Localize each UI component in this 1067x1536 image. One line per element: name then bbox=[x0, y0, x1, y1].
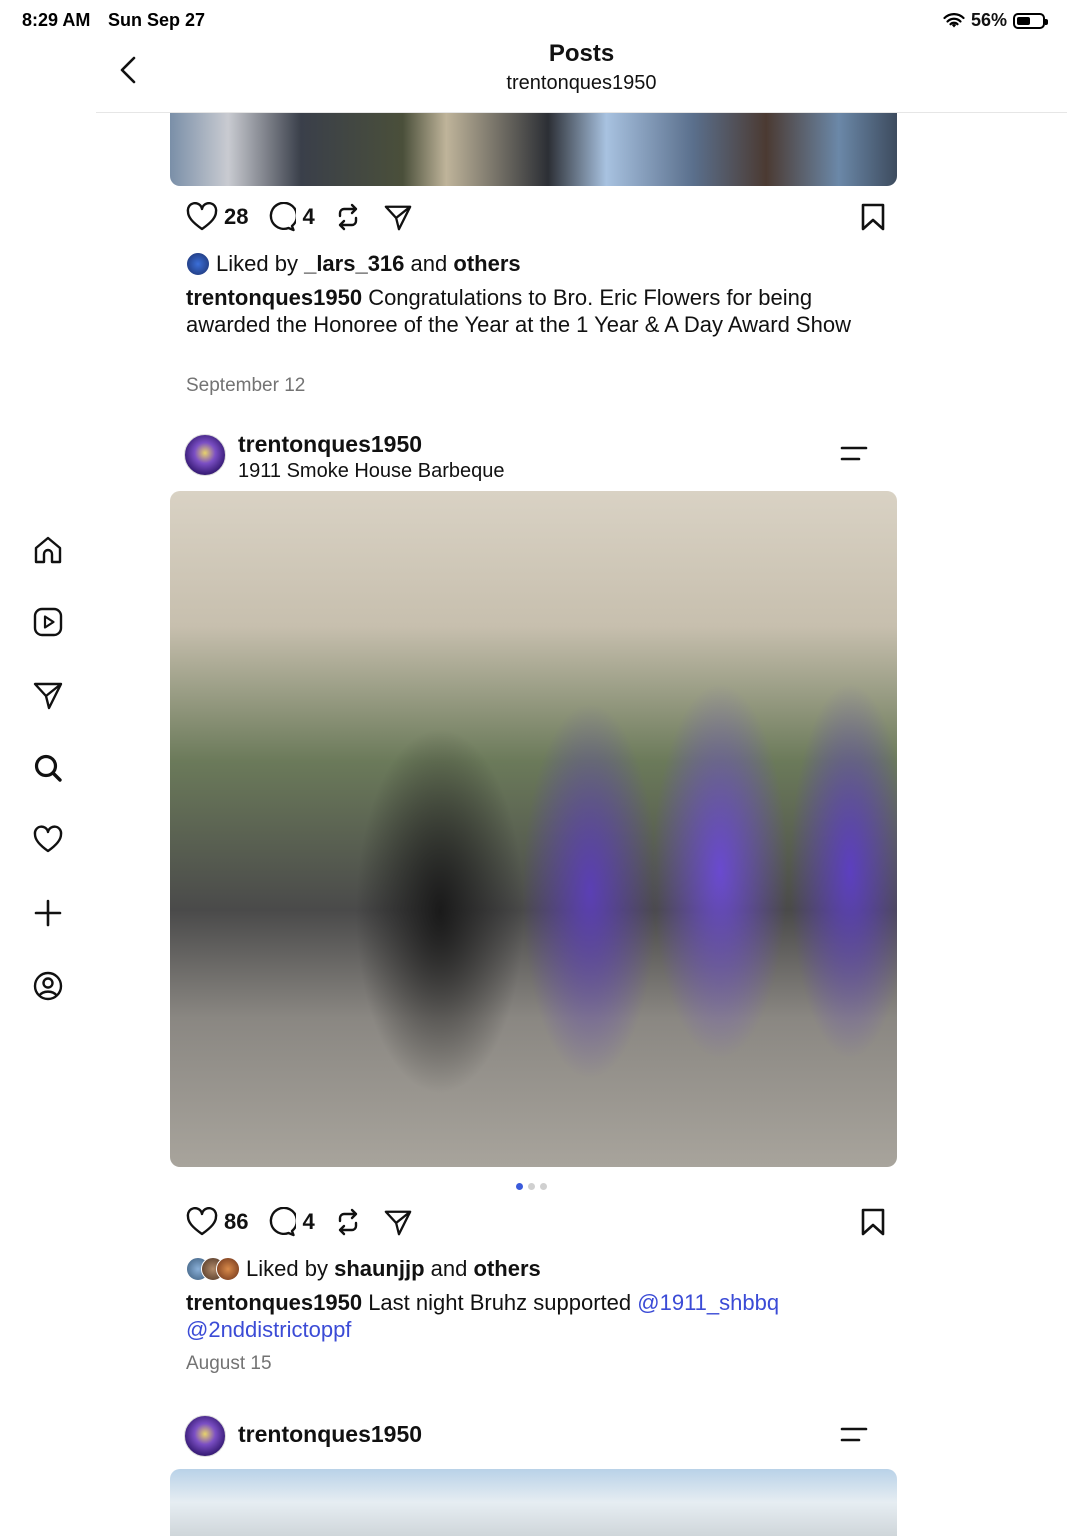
repost-icon bbox=[338, 1208, 357, 1236]
post-caption: trentonques1950 Last night Bruhz support… bbox=[186, 1289, 866, 1343]
battery-percent: 56% bbox=[970, 10, 1007, 30]
bookmark-icon bbox=[861, 203, 885, 231]
share-icon bbox=[384, 1210, 412, 1236]
carousel-indicator bbox=[516, 1183, 547, 1190]
comment-button[interactable]: 4 bbox=[266, 1207, 315, 1237]
like-button[interactable]: 28 bbox=[186, 202, 248, 232]
heart-icon bbox=[186, 1207, 218, 1236]
liker-avatar bbox=[216, 1257, 240, 1281]
like-button[interactable]: 86 bbox=[186, 1207, 248, 1237]
post-photo[interactable] bbox=[170, 113, 897, 186]
post-photo[interactable] bbox=[170, 1469, 897, 1536]
wifi-icon bbox=[943, 12, 965, 27]
share-button[interactable] bbox=[383, 202, 413, 232]
liked-by-user[interactable]: _lars_316 bbox=[304, 251, 404, 277]
post-menu-button[interactable] bbox=[840, 444, 868, 464]
avatar[interactable] bbox=[184, 434, 226, 476]
status-bar: 8:29 AM Sun Sep 27 56% bbox=[0, 0, 1067, 40]
liked-by-user[interactable]: shaunjjp bbox=[334, 1256, 424, 1282]
post-location[interactable]: 1911 Smoke House Barbeque bbox=[238, 460, 504, 483]
liked-by[interactable]: Liked by _lars_316 and others bbox=[186, 251, 521, 277]
comment-count: 4 bbox=[302, 204, 315, 229]
like-count: 86 bbox=[224, 1209, 249, 1234]
menu-icon bbox=[840, 1427, 868, 1442]
repost-button[interactable] bbox=[333, 1207, 363, 1237]
post-header: trentonques1950 1911 Smoke House Barbequ… bbox=[184, 431, 884, 483]
sidebar-item-reels[interactable] bbox=[30, 604, 66, 640]
reels-icon bbox=[33, 607, 63, 637]
heart-icon bbox=[186, 202, 218, 231]
save-button[interactable] bbox=[860, 1207, 886, 1242]
post-username[interactable]: trentonques1950 bbox=[238, 1421, 422, 1448]
sidebar-item-search[interactable] bbox=[30, 750, 66, 786]
caption-username[interactable]: trentonques1950 bbox=[186, 285, 362, 310]
comment-icon bbox=[270, 202, 297, 232]
liked-by-and: and bbox=[430, 1256, 468, 1281]
repost-icon bbox=[338, 203, 357, 231]
menu-icon bbox=[840, 446, 868, 461]
carousel-dot bbox=[516, 1183, 523, 1190]
post-photo[interactable] bbox=[170, 491, 897, 1167]
liked-by-others[interactable]: others bbox=[453, 251, 520, 277]
battery-level bbox=[1017, 16, 1031, 25]
like-count: 28 bbox=[224, 204, 249, 229]
caption-mention[interactable]: @1911_shbbq bbox=[637, 1290, 779, 1315]
post-actions: 86 4 bbox=[186, 1205, 886, 1239]
liked-by-others[interactable]: others bbox=[474, 1256, 541, 1282]
liked-by[interactable]: Liked by shaunjjp and others bbox=[186, 1256, 541, 1282]
post-actions: 28 4 bbox=[186, 200, 886, 234]
heart-icon bbox=[33, 825, 63, 853]
profile-icon bbox=[33, 971, 63, 1001]
avatar[interactable] bbox=[184, 1415, 226, 1457]
liked-by-prefix: Liked by bbox=[216, 251, 298, 276]
sidebar-item-profile[interactable] bbox=[30, 968, 66, 1004]
plus-icon bbox=[34, 899, 62, 927]
comment-button[interactable]: 4 bbox=[266, 202, 315, 232]
sidebar-item-create[interactable] bbox=[30, 895, 66, 931]
page-subtitle: trentonques1950 bbox=[506, 72, 657, 94]
carousel-dot bbox=[528, 1183, 535, 1190]
liked-by-prefix: Liked by bbox=[246, 1256, 328, 1281]
status-indicators: 56% bbox=[943, 10, 1048, 31]
page-title: Posts bbox=[548, 40, 615, 67]
comment-icon bbox=[270, 1207, 297, 1237]
post-date: September 12 bbox=[186, 375, 306, 396]
save-button[interactable] bbox=[860, 202, 886, 237]
liked-by-and: and bbox=[410, 251, 448, 276]
share-button[interactable] bbox=[383, 1207, 413, 1237]
bookmark-icon bbox=[861, 1208, 885, 1236]
search-icon bbox=[34, 754, 62, 782]
caption-text: Last night Bruhz supported bbox=[368, 1290, 632, 1315]
carousel-dot bbox=[540, 1183, 547, 1190]
status-date: Sun Sep 27 bbox=[108, 10, 206, 30]
home-icon bbox=[34, 536, 62, 564]
post-menu-button[interactable] bbox=[840, 1425, 868, 1445]
post-date: August 15 bbox=[186, 1353, 272, 1374]
page-header: Posts trentonques1950 bbox=[96, 40, 1067, 113]
post-username[interactable]: trentonques1950 bbox=[238, 431, 422, 458]
repost-button[interactable] bbox=[333, 202, 363, 232]
battery-icon bbox=[1013, 12, 1048, 29]
caption-mention[interactable]: @2nddistrictoppf bbox=[186, 1317, 351, 1342]
post-caption: trentonques1950 Congratulations to Bro. … bbox=[186, 284, 866, 338]
share-icon bbox=[384, 205, 412, 231]
sidebar-item-direct[interactable] bbox=[30, 677, 66, 713]
post-header: trentonques1950 bbox=[184, 1413, 884, 1463]
sidebar-item-home[interactable] bbox=[30, 532, 66, 568]
status-time: 8:29 AM bbox=[22, 10, 91, 30]
sidebar-item-activity[interactable] bbox=[30, 822, 66, 858]
direct-message-icon bbox=[33, 682, 63, 710]
comment-count: 4 bbox=[302, 1209, 315, 1234]
liker-avatar bbox=[186, 252, 210, 276]
caption-username[interactable]: trentonques1950 bbox=[186, 1290, 362, 1315]
